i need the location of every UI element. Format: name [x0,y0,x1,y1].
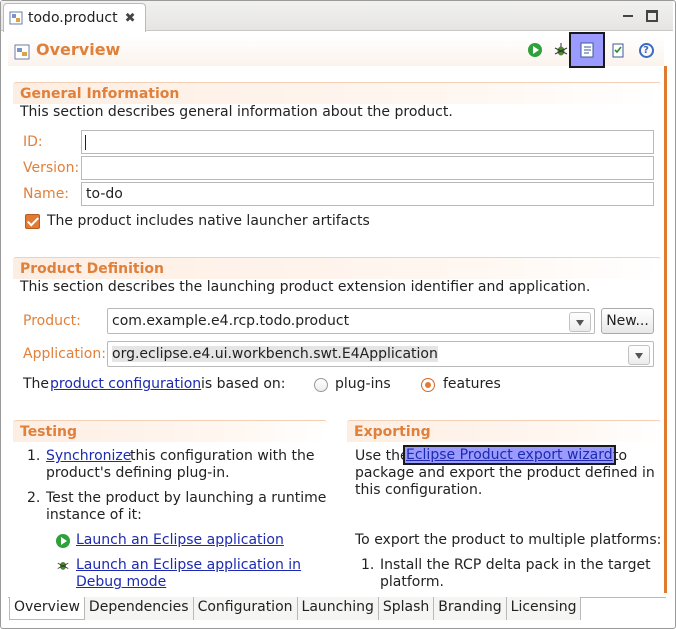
general-info-description: This section describes general informati… [20,104,453,120]
export-line-2: package and export the product defined i… [355,465,655,481]
config-suffix: is based on: [201,376,286,392]
product-definition-section-header[interactable]: Product Definition [13,257,661,279]
editor-tab-bar: todo.product ✖ [1,1,673,32]
product-definition-title: Product Definition [20,261,164,277]
id-label: ID: [23,134,43,150]
help-icon[interactable]: ? [637,41,655,59]
editor-tab-title: todo.product [28,10,118,26]
tab-licensing[interactable]: Licensing [506,597,582,620]
features-radio-label: features [443,376,501,392]
application-value: org.eclipse.e4.ui.workbench.swt.E4Applic… [112,346,438,362]
debug-icon[interactable] [552,41,570,59]
plugins-radio[interactable] [314,378,328,392]
export-use-the: Use the [355,448,409,464]
run-icon [56,534,70,548]
product-label: Product: [23,313,81,329]
native-launcher-checkbox[interactable] [25,214,40,229]
launch-debug-link-1[interactable]: Launch an Eclipse application in [76,557,301,573]
synchronize-text-1: this configuration with the [130,448,315,464]
maximize-button[interactable] [646,10,658,22]
testing-section-header[interactable]: Testing [13,420,327,442]
page-title: Overview [36,40,121,59]
tab-dependencies[interactable]: Dependencies [84,597,194,620]
product-value: com.example.e4.rcp.todo.product [112,313,350,329]
product-definition-description: This section describes the launching pro… [20,279,591,295]
general-info-section-header[interactable]: General Information [13,82,661,104]
product-configuration-link[interactable]: product configuration [50,376,201,392]
tab-overview[interactable]: Overview [9,597,85,620]
exporting-title: Exporting [354,424,431,440]
product-file-icon [9,11,23,25]
vertical-scroll-indicator[interactable] [664,66,667,593]
form-header: Overview ? [8,32,664,68]
application-dropdown-button[interactable] [628,345,650,365]
synchronize-text-2: product's defining plug-in. [46,465,230,481]
run-icon[interactable] [526,41,544,59]
export-step-1-text-2: platform. [380,574,444,590]
plugins-radio-label: plug-ins [335,376,391,392]
export-step-1-number: 1. [361,557,375,573]
name-field[interactable] [81,182,654,206]
features-radio[interactable] [421,378,435,392]
product-overview-icon [14,44,30,60]
name-label: Name: [23,186,70,202]
exporting-section-header[interactable]: Exporting [347,420,661,442]
synchronize-link[interactable]: Synchronize [46,448,131,464]
text-caret [85,135,86,150]
testing-step-1-number: 1. [27,448,41,464]
testing-step-2-text-2: instance of it: [46,507,142,523]
tab-launching[interactable]: Launching [297,597,379,620]
config-prefix: The [23,376,50,392]
close-icon[interactable]: ✖ [125,11,136,26]
testing-title: Testing [20,424,77,440]
testing-step-2-number: 2. [27,490,41,506]
version-field[interactable] [81,156,654,180]
general-info-title: General Information [20,86,180,102]
id-field[interactable] [81,130,654,154]
tab-splash[interactable]: Splash [378,597,435,620]
export-wizard-link[interactable]: Eclipse Product export wizard [403,445,616,465]
export-line-3: this configuration. [355,482,483,498]
minimize-button[interactable] [621,9,635,23]
tab-branding[interactable]: Branding [434,597,507,620]
product-combo[interactable]: com.example.e4.rcp.todo.product [107,308,595,334]
testing-step-2-text-1: Test the product by launching a runtime [46,490,327,506]
multi-platform-text: To export the product to multiple platfo… [355,532,662,548]
editor-tab-todo-product[interactable]: todo.product ✖ [3,3,146,32]
application-combo[interactable]: org.eclipse.e4.ui.workbench.swt.E4Applic… [107,341,654,367]
outline-icon[interactable] [569,32,605,68]
export-to: to [613,448,628,464]
new-product-button[interactable]: New... [601,308,654,334]
application-label: Application: [23,346,106,362]
version-label: Version: [23,160,80,176]
launch-eclipse-link[interactable]: Launch an Eclipse application [76,532,284,548]
debug-icon [57,561,69,570]
page-tabs: Overview Dependencies Configuration Laun… [9,597,582,620]
export-step-1-text-1: Install the RCP delta pack in the target [380,557,651,573]
launch-debug-link-2[interactable]: Debug mode [76,574,166,590]
native-launcher-label: The product includes native launcher art… [47,213,370,229]
product-dropdown-button[interactable] [569,312,591,332]
validate-icon[interactable] [609,41,627,59]
tab-configuration[interactable]: Configuration [193,597,298,620]
